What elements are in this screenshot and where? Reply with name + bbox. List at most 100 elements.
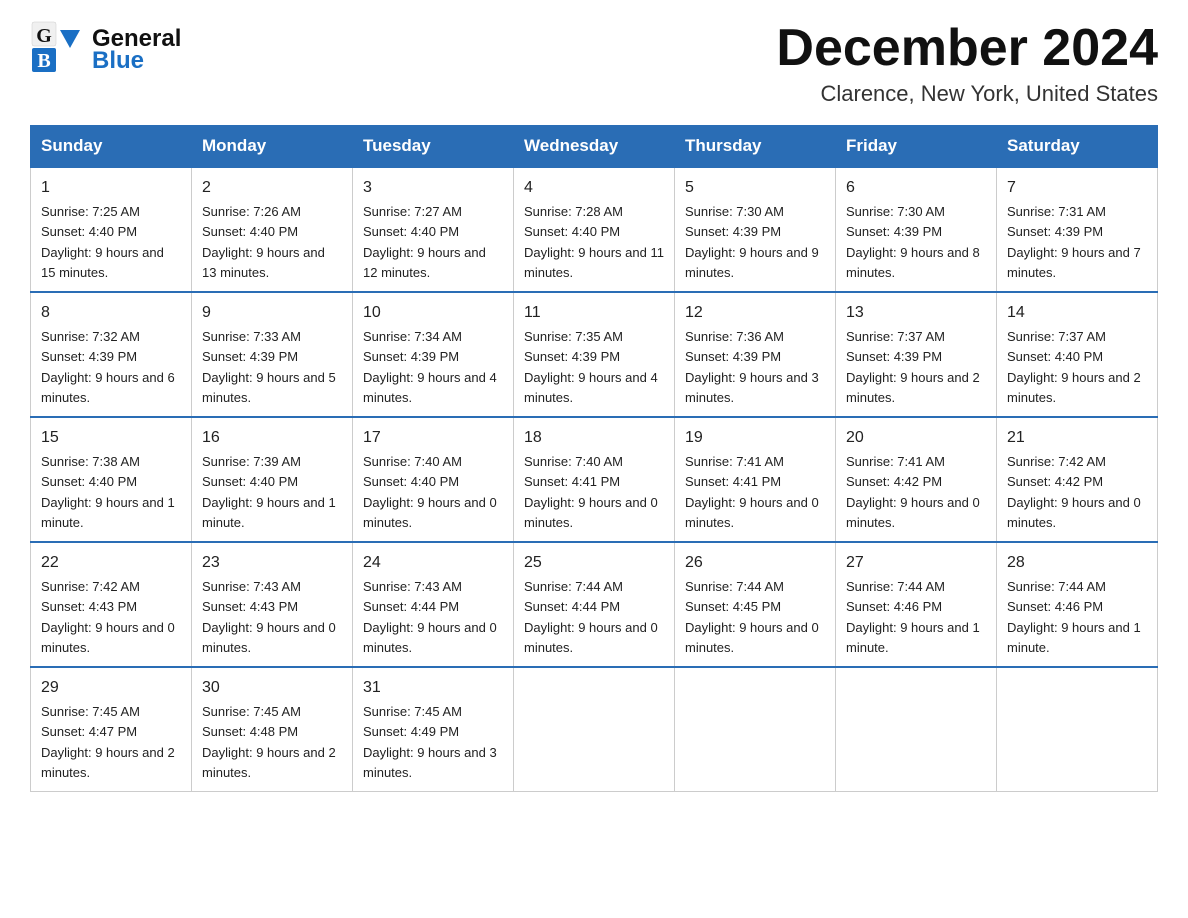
- week-row-1: 1Sunrise: 7:25 AMSunset: 4:40 PMDaylight…: [31, 167, 1158, 292]
- calendar-cell: 13 Sunrise: 7:37 AMSunset: 4:39 PMDayligh…: [836, 292, 997, 417]
- day-number: 9: [202, 301, 342, 325]
- calendar-cell: 8Sunrise: 7:32 AMSunset: 4:39 PMDaylight…: [31, 292, 192, 417]
- calendar-cell: 21 Sunrise: 7:42 AMSunset: 4:42 PMDayligh…: [997, 417, 1158, 542]
- svg-text:G: G: [36, 25, 52, 47]
- day-info: Sunrise: 7:39 AMSunset: 4:40 PMDaylight:…: [202, 454, 336, 530]
- calendar-cell: 12Sunrise: 7:36 AMSunset: 4:39 PMDayligh…: [675, 292, 836, 417]
- day-info: Sunrise: 7:44 AMSunset: 4:46 PMDaylight:…: [1007, 579, 1141, 655]
- calendar-cell: 2 Sunrise: 7:26 AMSunset: 4:40 PMDaylight…: [192, 167, 353, 292]
- calendar-cell: [997, 667, 1158, 792]
- day-number: 2: [202, 176, 342, 200]
- day-info: Sunrise: 7:27 AMSunset: 4:40 PMDaylight:…: [363, 204, 486, 280]
- calendar-cell: 27 Sunrise: 7:44 AMSunset: 4:46 PMDayligh…: [836, 542, 997, 667]
- calendar-cell: [514, 667, 675, 792]
- day-number: 10: [363, 301, 503, 325]
- calendar-cell: 7 Sunrise: 7:31 AMSunset: 4:39 PMDaylight…: [997, 167, 1158, 292]
- day-number: 5: [685, 176, 825, 200]
- day-header-wednesday: Wednesday: [514, 126, 675, 168]
- day-info: Sunrise: 7:34 AMSunset: 4:39 PMDaylight:…: [363, 329, 497, 405]
- day-info: Sunrise: 7:35 AMSunset: 4:39 PMDaylight:…: [524, 329, 658, 405]
- day-number: 21: [1007, 426, 1147, 450]
- calendar-cell: 3 Sunrise: 7:27 AMSunset: 4:40 PMDaylight…: [353, 167, 514, 292]
- month-title: December 2024: [776, 20, 1158, 77]
- calendar-cell: 6 Sunrise: 7:30 AMSunset: 4:39 PMDaylight…: [836, 167, 997, 292]
- day-header-tuesday: Tuesday: [353, 126, 514, 168]
- calendar-cell: 30Sunrise: 7:45 AMSunset: 4:48 PMDayligh…: [192, 667, 353, 792]
- day-info: Sunrise: 7:44 AMSunset: 4:44 PMDaylight:…: [524, 579, 658, 655]
- calendar-cell: 19Sunrise: 7:41 AMSunset: 4:41 PMDayligh…: [675, 417, 836, 542]
- day-info: Sunrise: 7:40 AMSunset: 4:41 PMDaylight:…: [524, 454, 658, 530]
- page-header: G B General Blue December 2024 Clarence,…: [30, 20, 1158, 107]
- day-info: Sunrise: 7:42 AMSunset: 4:42 PMDaylight:…: [1007, 454, 1141, 530]
- calendar-cell: 31 Sunrise: 7:45 AMSunset: 4:49 PMDayligh…: [353, 667, 514, 792]
- day-number: 23: [202, 551, 342, 575]
- day-info: Sunrise: 7:28 AMSunset: 4:40 PMDaylight:…: [524, 204, 664, 280]
- day-info: Sunrise: 7:42 AMSunset: 4:43 PMDaylight:…: [41, 579, 175, 655]
- day-info: Sunrise: 7:26 AMSunset: 4:40 PMDaylight:…: [202, 204, 325, 280]
- day-number: 4: [524, 176, 664, 200]
- calendar-cell: 14Sunrise: 7:37 AMSunset: 4:40 PMDayligh…: [997, 292, 1158, 417]
- day-info: Sunrise: 7:44 AMSunset: 4:46 PMDaylight:…: [846, 579, 980, 655]
- day-info: Sunrise: 7:38 AMSunset: 4:40 PMDaylight:…: [41, 454, 175, 530]
- day-info: Sunrise: 7:32 AMSunset: 4:39 PMDaylight:…: [41, 329, 175, 405]
- day-info: Sunrise: 7:45 AMSunset: 4:47 PMDaylight:…: [41, 704, 175, 780]
- calendar-cell: 22 Sunrise: 7:42 AMSunset: 4:43 PMDayligh…: [31, 542, 192, 667]
- day-number: 19: [685, 426, 825, 450]
- day-number: 14: [1007, 301, 1147, 325]
- day-header-monday: Monday: [192, 126, 353, 168]
- calendar-cell: 10 Sunrise: 7:34 AMSunset: 4:39 PMDayligh…: [353, 292, 514, 417]
- logo-area: G B General Blue: [30, 20, 181, 79]
- day-number: 31: [363, 676, 503, 700]
- week-row-3: 15 Sunrise: 7:38 AMSunset: 4:40 PMDayligh…: [31, 417, 1158, 542]
- calendar-cell: 11 Sunrise: 7:35 AMSunset: 4:39 PMDayligh…: [514, 292, 675, 417]
- day-info: Sunrise: 7:44 AMSunset: 4:45 PMDaylight:…: [685, 579, 819, 655]
- day-info: Sunrise: 7:31 AMSunset: 4:39 PMDaylight:…: [1007, 204, 1141, 280]
- day-number: 24: [363, 551, 503, 575]
- calendar-cell: 4 Sunrise: 7:28 AMSunset: 4:40 PMDaylight…: [514, 167, 675, 292]
- calendar-cell: [836, 667, 997, 792]
- calendar-cell: 16Sunrise: 7:39 AMSunset: 4:40 PMDayligh…: [192, 417, 353, 542]
- calendar-cell: 25Sunrise: 7:44 AMSunset: 4:44 PMDayligh…: [514, 542, 675, 667]
- day-info: Sunrise: 7:25 AMSunset: 4:40 PMDaylight:…: [41, 204, 164, 280]
- calendar-cell: 26Sunrise: 7:44 AMSunset: 4:45 PMDayligh…: [675, 542, 836, 667]
- day-number: 3: [363, 176, 503, 200]
- week-row-4: 22 Sunrise: 7:42 AMSunset: 4:43 PMDayligh…: [31, 542, 1158, 667]
- day-info: Sunrise: 7:37 AMSunset: 4:39 PMDaylight:…: [846, 329, 980, 405]
- day-number: 11: [524, 301, 664, 325]
- day-info: Sunrise: 7:45 AMSunset: 4:49 PMDaylight:…: [363, 704, 497, 780]
- calendar-cell: 29 Sunrise: 7:45 AMSunset: 4:47 PMDayligh…: [31, 667, 192, 792]
- day-number: 30: [202, 676, 342, 700]
- day-info: Sunrise: 7:33 AMSunset: 4:39 PMDaylight:…: [202, 329, 336, 405]
- day-number: 18: [524, 426, 664, 450]
- calendar-cell: 9 Sunrise: 7:33 AMSunset: 4:39 PMDaylight…: [192, 292, 353, 417]
- day-number: 15: [41, 426, 181, 450]
- title-area: December 2024 Clarence, New York, United…: [776, 20, 1158, 107]
- day-info: Sunrise: 7:43 AMSunset: 4:43 PMDaylight:…: [202, 579, 336, 655]
- week-row-2: 8Sunrise: 7:32 AMSunset: 4:39 PMDaylight…: [31, 292, 1158, 417]
- day-header-saturday: Saturday: [997, 126, 1158, 168]
- day-number: 20: [846, 426, 986, 450]
- day-info: Sunrise: 7:40 AMSunset: 4:40 PMDaylight:…: [363, 454, 497, 530]
- calendar-cell: 5 Sunrise: 7:30 AMSunset: 4:39 PMDaylight…: [675, 167, 836, 292]
- svg-text:B: B: [37, 50, 50, 72]
- day-number: 13: [846, 301, 986, 325]
- day-number: 6: [846, 176, 986, 200]
- calendar-cell: 18 Sunrise: 7:40 AMSunset: 4:41 PMDayligh…: [514, 417, 675, 542]
- day-number: 22: [41, 551, 181, 575]
- location-title: Clarence, New York, United States: [776, 81, 1158, 107]
- calendar-cell: 24 Sunrise: 7:43 AMSunset: 4:44 PMDayligh…: [353, 542, 514, 667]
- day-info: Sunrise: 7:30 AMSunset: 4:39 PMDaylight:…: [846, 204, 980, 280]
- calendar-cell: 20 Sunrise: 7:41 AMSunset: 4:42 PMDayligh…: [836, 417, 997, 542]
- day-header-thursday: Thursday: [675, 126, 836, 168]
- day-number: 7: [1007, 176, 1147, 200]
- day-info: Sunrise: 7:43 AMSunset: 4:44 PMDaylight:…: [363, 579, 497, 655]
- day-number: 27: [846, 551, 986, 575]
- day-number: 28: [1007, 551, 1147, 575]
- day-info: Sunrise: 7:41 AMSunset: 4:42 PMDaylight:…: [846, 454, 980, 530]
- day-number: 12: [685, 301, 825, 325]
- day-header-sunday: Sunday: [31, 126, 192, 168]
- day-number: 29: [41, 676, 181, 700]
- calendar-cell: 17Sunrise: 7:40 AMSunset: 4:40 PMDayligh…: [353, 417, 514, 542]
- calendar-cell: 1Sunrise: 7:25 AMSunset: 4:40 PMDaylight…: [31, 167, 192, 292]
- day-info: Sunrise: 7:30 AMSunset: 4:39 PMDaylight:…: [685, 204, 819, 280]
